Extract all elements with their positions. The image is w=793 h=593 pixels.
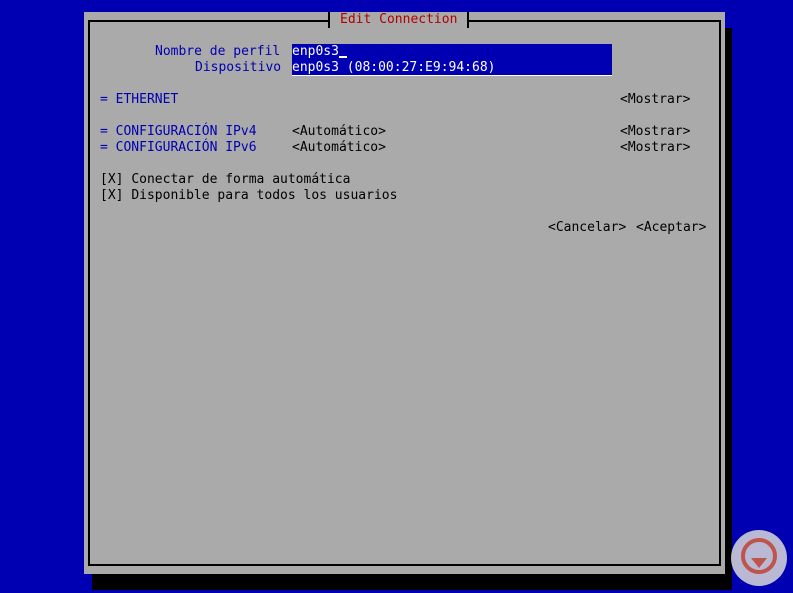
- ipv4-mode-select[interactable]: <Automático>: [292, 124, 386, 140]
- ethernet-show-button[interactable]: <Mostrar>: [620, 92, 690, 108]
- edit-connection-dialog: Edit Connection Nombre de perfil enp0s3 …: [84, 12, 725, 574]
- profile-name-value: enp0s3: [292, 44, 339, 59]
- ipv4-section-toggle[interactable]: = CONFIGURACIÓN IPv4: [100, 124, 257, 140]
- ipv4-show-button[interactable]: <Mostrar>: [620, 124, 690, 140]
- cancel-button[interactable]: <Cancelar>: [548, 220, 626, 236]
- ipv6-show-button[interactable]: <Mostrar>: [620, 140, 690, 156]
- accept-button[interactable]: <Aceptar>: [636, 220, 706, 236]
- device-label: Dispositivo: [195, 60, 282, 75]
- profile-name-label: Nombre de perfil: [155, 44, 281, 59]
- all-users-label: Disponible para todos los usuarios: [131, 188, 398, 203]
- text-cursor: [338, 56, 347, 58]
- all-users-checkbox[interactable]: [X]: [100, 188, 123, 203]
- autoconnect-label: Conectar de forma automática: [131, 172, 351, 187]
- dialog-title: Edit Connection: [328, 12, 470, 28]
- solvetic-logo-icon: [731, 530, 787, 586]
- profile-name-input[interactable]: enp0s3: [292, 44, 612, 60]
- autoconnect-option[interactable]: [X] Conectar de forma automática: [100, 172, 350, 188]
- ipv6-section-toggle[interactable]: = CONFIGURACIÓN IPv6: [100, 140, 257, 156]
- device-value: enp0s3 (08:00:27:E9:94:68): [292, 60, 496, 75]
- all-users-option[interactable]: [X] Disponible para todos los usuarios: [100, 188, 397, 204]
- ethernet-section-toggle[interactable]: = ETHERNET: [100, 92, 178, 108]
- autoconnect-checkbox[interactable]: [X]: [100, 172, 123, 187]
- ipv6-mode-select[interactable]: <Automático>: [292, 140, 386, 156]
- device-input[interactable]: enp0s3 (08:00:27:E9:94:68): [292, 60, 612, 76]
